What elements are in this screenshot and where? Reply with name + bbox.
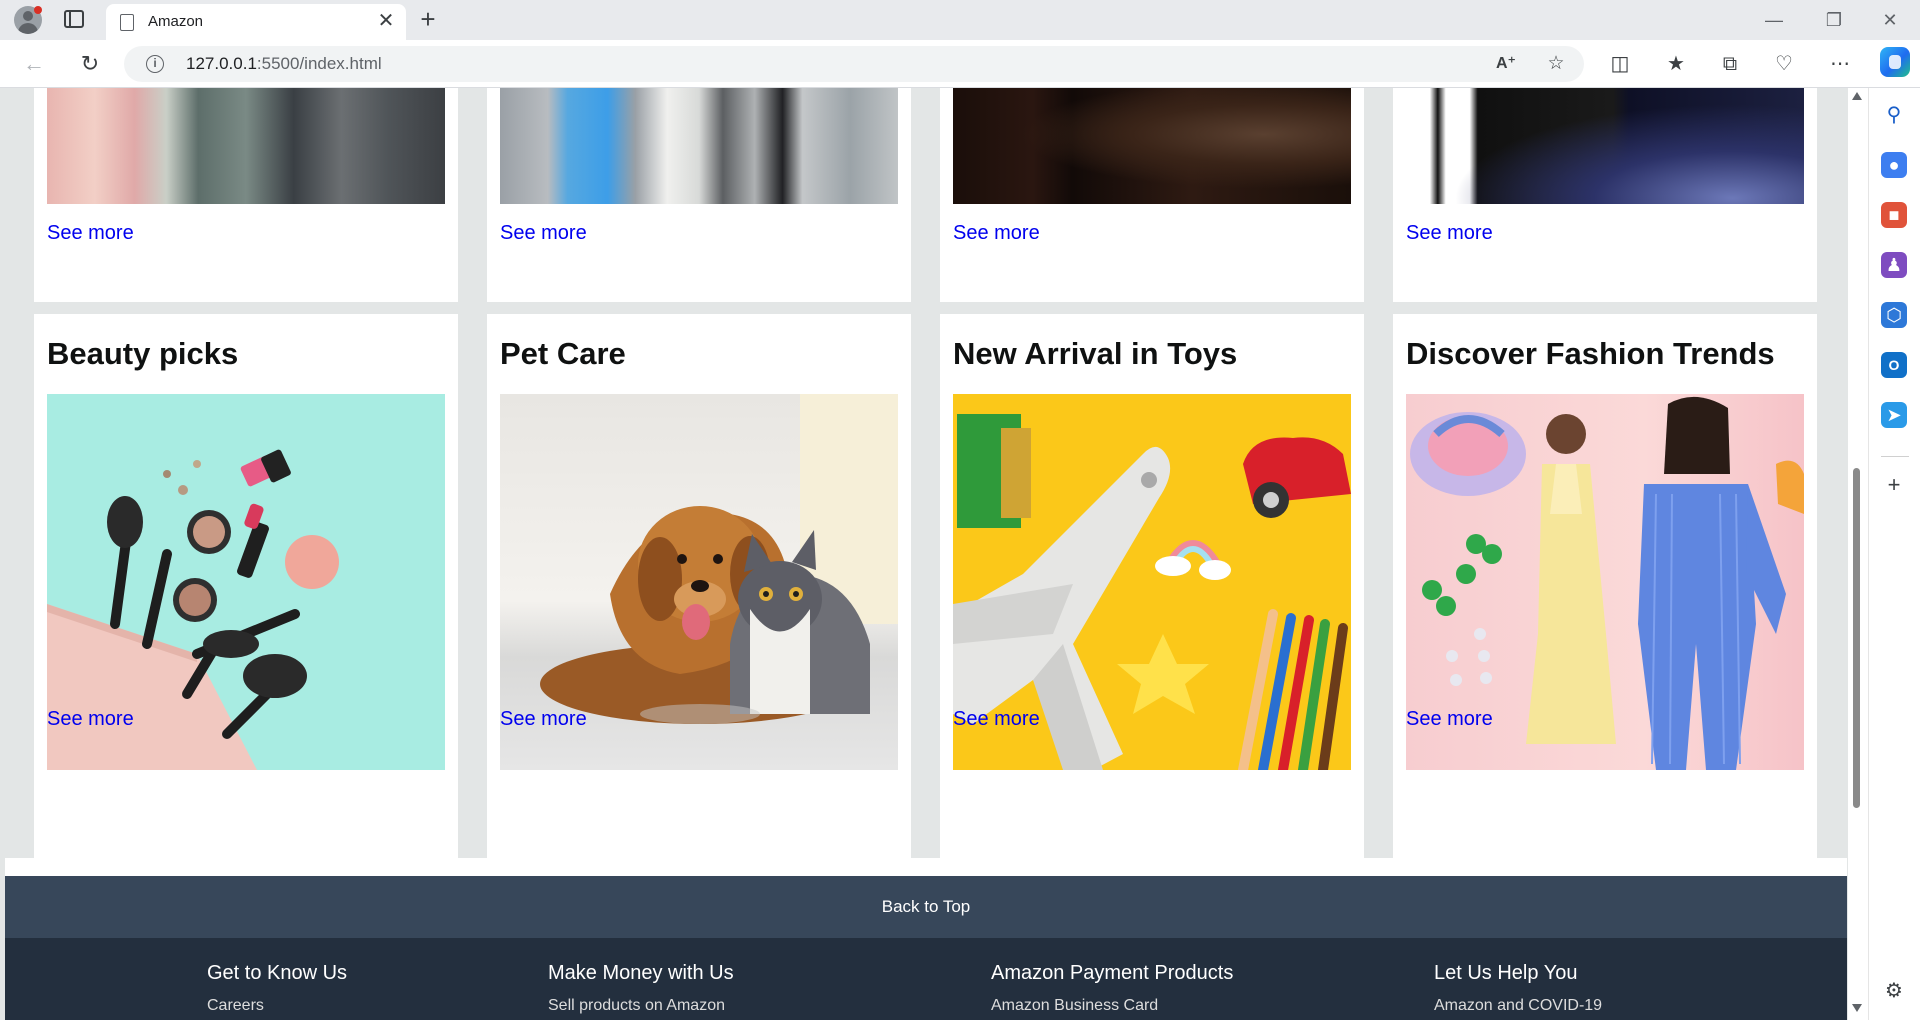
new-tab-button[interactable]: + xyxy=(414,6,442,34)
refresh-icon[interactable]: ↻ xyxy=(74,48,106,80)
tools-briefcase-icon[interactable]: ■ xyxy=(1881,202,1907,228)
footer-heading: Get to Know Us xyxy=(207,962,348,984)
favorite-star-icon[interactable]: ☆ xyxy=(1542,50,1570,78)
category-card-toys: New Arrival in Toys See more xyxy=(940,314,1364,858)
games-icon[interactable]: ♟ xyxy=(1881,252,1907,278)
tab-actions-icon[interactable] xyxy=(64,10,84,28)
read-aloud-icon[interactable]: A⁺ xyxy=(1492,50,1520,78)
footer-column: Make Money with Us Sell products on Amaz… xyxy=(548,962,734,1015)
more-options-icon[interactable]: ⋯ xyxy=(1824,48,1856,80)
card-title: Discover Fashion Trends xyxy=(1406,336,1775,371)
navigation-bar: ← ↻ i 127.0.0.1:5500/index.html A⁺ ☆ ◫ ★… xyxy=(0,40,1920,88)
home-bottles-image[interactable] xyxy=(500,88,898,204)
scroll-thumb[interactable] xyxy=(1853,468,1860,808)
footer-column: Get to Know Us Careers xyxy=(207,962,347,1015)
see-more-link[interactable]: See more xyxy=(953,222,1040,245)
tab-title: Amazon xyxy=(148,13,204,30)
back-to-top-button[interactable]: Back to Top xyxy=(5,876,1847,938)
collections-icon[interactable]: ⧉ xyxy=(1714,48,1746,80)
drop-send-icon[interactable]: ➤ xyxy=(1881,402,1907,428)
page-content: See more See more See more See more Beau… xyxy=(5,88,1847,1020)
scroll-down-arrow-icon[interactable] xyxy=(1852,1004,1862,1012)
card-title: New Arrival in Toys xyxy=(953,336,1238,371)
browser-tab[interactable]: Amazon ✕ xyxy=(106,4,406,40)
product-card: See more xyxy=(487,88,911,302)
shopping-tag-icon[interactable]: ● xyxy=(1881,152,1907,178)
footer-link[interactable]: Careers xyxy=(207,997,347,1015)
page-viewport: See more See more See more See more Beau… xyxy=(0,88,1864,1020)
footer: Get to Know Us Careers Make Money with U… xyxy=(5,938,1847,1020)
url-text[interactable]: 127.0.0.1:5500/index.html xyxy=(186,54,382,74)
browser-essentials-icon[interactable]: ♡ xyxy=(1768,48,1800,80)
sidebar-divider xyxy=(1881,456,1909,457)
add-sidebar-app-icon[interactable]: + xyxy=(1881,472,1907,498)
category-card-fashion: Discover Fashion Trends See more xyxy=(1393,314,1817,858)
copilot-icon[interactable] xyxy=(1880,47,1910,77)
minimize-icon[interactable]: — xyxy=(1754,6,1794,34)
see-more-link[interactable]: See more xyxy=(500,708,587,731)
page-scrollbar[interactable] xyxy=(1848,88,1864,1020)
scroll-up-arrow-icon[interactable] xyxy=(1852,92,1862,100)
furniture-chair-image[interactable] xyxy=(953,88,1351,204)
edge-sidebar: ⚲ ● ■ ♟ ⬡ O ➤ + ⚙ xyxy=(1868,88,1920,1020)
footer-heading: Amazon Payment Products xyxy=(991,962,1234,984)
footer-link[interactable]: Sell products on Amazon xyxy=(548,997,734,1015)
page-spacer xyxy=(5,858,1847,876)
back-icon[interactable]: ← xyxy=(18,48,50,80)
see-more-link[interactable]: See more xyxy=(1406,222,1493,245)
see-more-link[interactable]: See more xyxy=(47,222,134,245)
split-screen-icon[interactable]: ◫ xyxy=(1604,48,1636,80)
footer-link[interactable]: Amazon and COVID-19 xyxy=(1434,997,1602,1015)
see-more-link[interactable]: See more xyxy=(1406,708,1493,731)
footer-link[interactable]: Amazon Business Card xyxy=(991,997,1233,1015)
card-title: Beauty picks xyxy=(47,336,239,371)
restore-icon[interactable]: ❐ xyxy=(1814,6,1854,34)
site-info-icon[interactable]: i xyxy=(146,55,164,73)
category-card-pet-care: Pet Care See more xyxy=(487,314,911,858)
category-card-beauty: Beauty picks See more xyxy=(34,314,458,858)
product-card: See more xyxy=(940,88,1364,302)
footer-column: Amazon Payment Products Amazon Business … xyxy=(991,962,1233,1015)
tab-strip: Amazon ✕ + — ❐ ✕ xyxy=(0,0,1920,40)
samsung-phone-image[interactable] xyxy=(1406,88,1804,204)
outlook-icon[interactable]: O xyxy=(1881,352,1907,378)
see-more-link[interactable]: See more xyxy=(500,222,587,245)
product-card: See more xyxy=(1393,88,1817,302)
footer-column: Let Us Help You Amazon and COVID-19 xyxy=(1434,962,1602,1015)
fashion-fabrics-image[interactable] xyxy=(47,88,445,204)
search-icon[interactable]: ⚲ xyxy=(1881,102,1907,128)
product-card: See more xyxy=(34,88,458,302)
see-more-link[interactable]: See more xyxy=(47,708,134,731)
sidebar-settings-icon[interactable]: ⚙ xyxy=(1881,978,1907,1004)
microsoft-365-icon[interactable]: ⬡ xyxy=(1881,302,1907,328)
url-path: :5500/index.html xyxy=(256,54,382,73)
footer-heading: Let Us Help You xyxy=(1434,962,1578,984)
see-more-link[interactable]: See more xyxy=(953,708,1040,731)
favorites-icon[interactable]: ★ xyxy=(1660,48,1692,80)
address-bar[interactable]: i 127.0.0.1:5500/index.html A⁺ ☆ xyxy=(124,46,1584,82)
page-icon xyxy=(120,14,134,31)
url-host: 127.0.0.1 xyxy=(186,54,257,73)
close-window-icon[interactable]: ✕ xyxy=(1870,6,1910,34)
card-title: Pet Care xyxy=(500,336,626,371)
close-tab-icon[interactable]: ✕ xyxy=(374,9,398,33)
footer-heading: Make Money with Us xyxy=(548,962,734,984)
notification-dot xyxy=(34,6,42,14)
